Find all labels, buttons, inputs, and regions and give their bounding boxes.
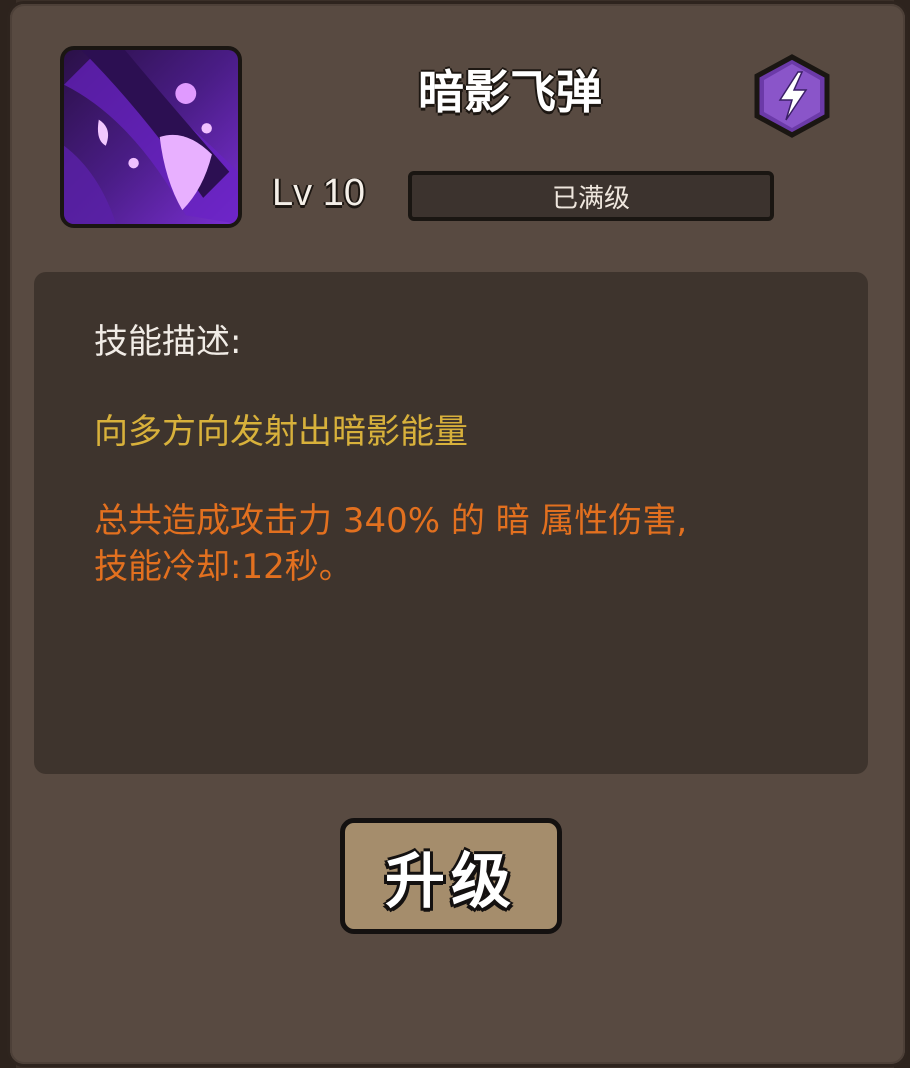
shadow-missile-icon: [60, 46, 242, 228]
upgrade-button-label: 升级: [385, 846, 517, 917]
description-effect: 总共造成攻击力 340% 的 暗 属性伤害, 技能冷却:12秒。: [94, 501, 688, 587]
description-summary: 向多方向发射出暗影能量: [94, 412, 468, 452]
level-status-text: 已满级: [551, 183, 630, 214]
level-progress-bar: 已满级: [408, 171, 774, 221]
upgrade-button[interactable]: 升级: [340, 818, 562, 934]
skill-title: 暗影飞弹: [418, 65, 602, 119]
skill-level: Lv 10: [272, 172, 365, 214]
lightning-hexagon-icon: [752, 54, 832, 138]
description-heading: 技能描述:: [94, 322, 242, 362]
